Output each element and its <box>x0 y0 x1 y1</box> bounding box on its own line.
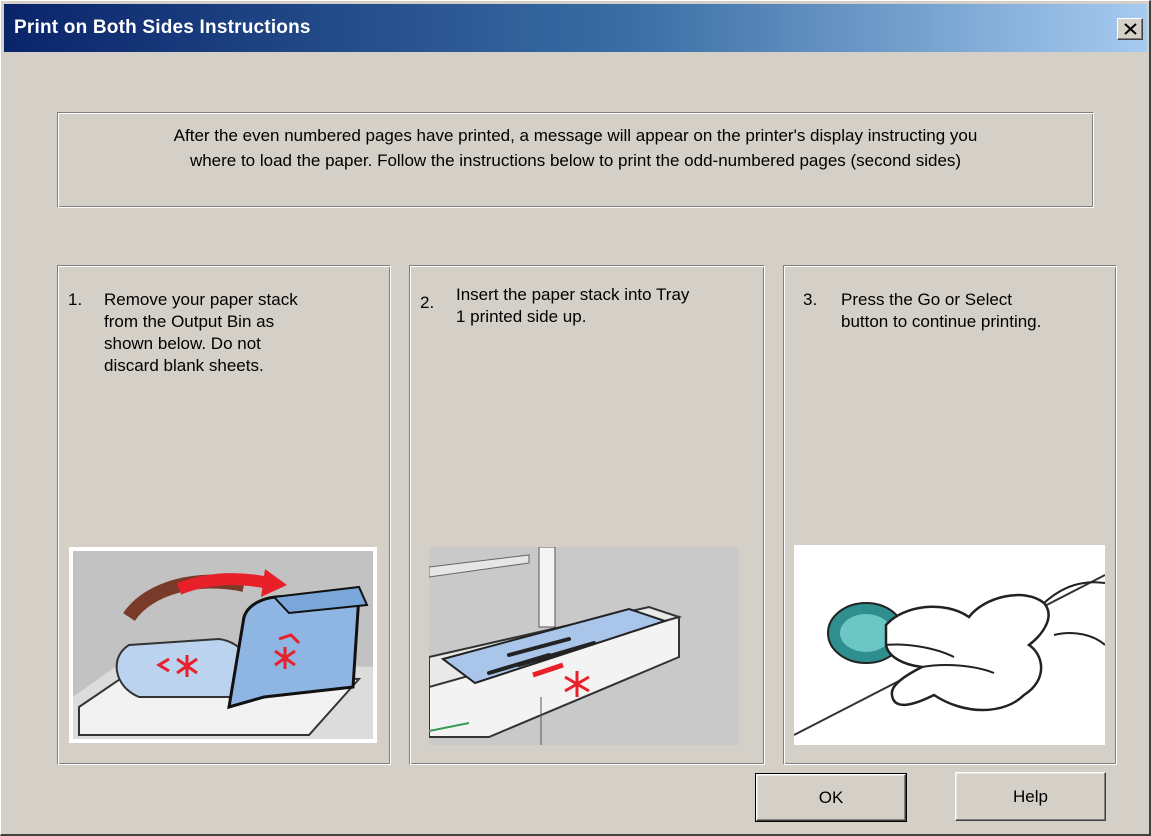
intro-line-2: where to load the paper. Follow the inst… <box>189 151 962 170</box>
title-bar[interactable]: Print on Both Sides Instructions <box>4 4 1147 52</box>
dialog-window: Print on Both Sides Instructions After t… <box>0 0 1151 836</box>
step-3-line: button to continue printing. <box>841 312 1042 331</box>
step-1-line: shown below. Do not <box>104 334 261 353</box>
step-2-line: Insert the paper stack into Tray <box>456 285 690 304</box>
output-bin-illustration <box>69 547 377 743</box>
step-3-number: 3. <box>803 290 818 309</box>
step-1-panel: 1. Remove your paper stack from the Outp… <box>57 265 391 765</box>
step-2-line: 1 printed side up. <box>456 307 587 326</box>
step-1-line: from the Output Bin as <box>104 312 275 331</box>
close-icon <box>1124 23 1137 35</box>
step-3-panel: 3. Press the Go or Select button to cont… <box>783 265 1117 765</box>
tray-1-illustration <box>429 547 739 745</box>
help-button[interactable]: Help <box>955 772 1106 821</box>
step-1-number: 1. <box>68 290 83 309</box>
window-title: Print on Both Sides Instructions <box>14 17 311 38</box>
step-2-number: 2. <box>420 293 435 312</box>
intro-message: After the even numbered pages have print… <box>58 123 1093 173</box>
step-2-panel: 2. Insert the paper stack into Tray 1 pr… <box>409 265 765 765</box>
step-1-line: Remove your paper stack <box>104 290 298 309</box>
intro-line-1: After the even numbered pages have print… <box>173 126 978 145</box>
intro-message-box: After the even numbered pages have print… <box>57 112 1094 208</box>
step-3-line: Press the Go or Select <box>841 290 1013 309</box>
close-button[interactable] <box>1117 18 1143 40</box>
step-1-line: discard blank sheets. <box>104 356 264 375</box>
go-button-illustration <box>794 545 1105 745</box>
ok-button[interactable]: OK <box>755 773 907 822</box>
